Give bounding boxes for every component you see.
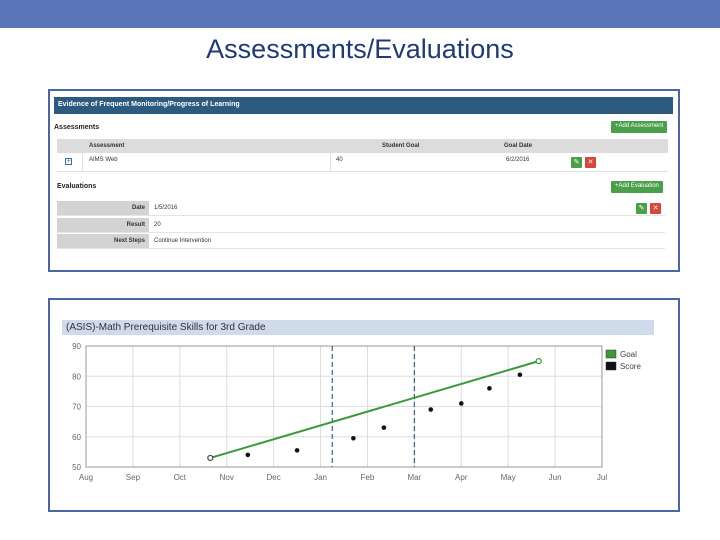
x-tick-label: Jan <box>314 473 327 482</box>
evaluation-row-next-steps: Next Steps Continue Intervention <box>57 234 665 249</box>
column-divider <box>82 153 83 172</box>
table-row: + AIMS Web 40 6/2/2016 ✎ ✕ <box>57 153 668 172</box>
progress-chart: 50 60 70 80 90 Aug Sep Oct Nov Dec Jan Feb Mar Apr May… <box>72 342 641 482</box>
evaluation-row-date: Date 1/5/2016 ✎ ✕ <box>57 201 665 216</box>
assessments-heading: Assessments <box>54 124 100 131</box>
evaluation-value: Continue Intervention <box>154 238 212 244</box>
x-tick-label: Mar <box>407 473 421 482</box>
evaluation-value: 1/5/2016 <box>154 205 178 211</box>
evaluations-heading: Evaluations <box>57 183 97 190</box>
x-tick-label: Feb <box>361 473 375 482</box>
legend-swatch <box>605 349 617 359</box>
x-tick-label: Dec <box>267 473 281 482</box>
goal-point <box>535 358 542 365</box>
assessment-name: AIMS Web <box>89 157 118 163</box>
evaluation-row-result: Result 20 <box>57 218 665 233</box>
x-tick-label: Oct <box>174 473 187 482</box>
column-divider <box>330 153 331 172</box>
delete-x-icon[interactable]: ✕ <box>585 157 596 168</box>
column-header-student-goal[interactable]: Student Goal <box>382 143 419 149</box>
score-point <box>381 425 387 430</box>
evaluation-label: Next Steps <box>57 234 149 248</box>
table-header: Assessment Student Goal Goal Date <box>57 139 668 153</box>
column-header-goal-date[interactable]: Goal Date <box>504 143 532 149</box>
goal-line <box>210 360 539 459</box>
x-tick-label: Jul <box>597 473 607 482</box>
edit-pencil-icon[interactable]: ✎ <box>636 203 647 214</box>
legend-swatch <box>605 361 617 371</box>
score-point <box>458 401 464 406</box>
evaluation-value: 20 <box>154 222 161 228</box>
score-point <box>294 448 300 453</box>
edit-pencil-icon[interactable]: ✎ <box>571 157 582 168</box>
x-tick-label: Nov <box>220 473 234 482</box>
score-point <box>245 452 251 458</box>
y-tick-label: 50 <box>72 463 81 472</box>
score-point <box>487 386 492 391</box>
evaluation-label: Result <box>57 218 149 232</box>
y-tick-label: 70 <box>72 403 81 412</box>
student-goal-value: 40 <box>336 157 343 163</box>
x-tick-label: Sep <box>126 473 141 482</box>
add-assessment-button[interactable]: +Add Assessment <box>611 121 668 133</box>
add-evaluation-button[interactable]: +Add Evaluation <box>611 181 663 193</box>
legend-label: Score <box>620 362 641 371</box>
column-header-assessment[interactable]: Assessment <box>89 143 124 149</box>
goal-date-value: 6/2/2016 <box>506 157 530 163</box>
goal-point <box>207 454 214 462</box>
legend-label: Goal <box>620 350 637 359</box>
y-tick-label: 90 <box>72 342 81 351</box>
x-tick-label: Aug <box>79 473 93 482</box>
delete-x-icon[interactable]: ✕ <box>650 203 661 214</box>
score-point <box>517 372 523 378</box>
evaluation-label: Date <box>57 201 149 215</box>
y-tick-label: 60 <box>72 433 81 442</box>
x-tick-label: Jun <box>549 473 562 482</box>
score-point <box>351 435 356 441</box>
score-point <box>428 407 434 412</box>
y-tick-label: 80 <box>72 372 81 381</box>
slide-top-bar <box>0 0 720 28</box>
x-tick-label: May <box>501 473 516 482</box>
expand-plus-icon[interactable]: + <box>65 158 72 165</box>
x-tick-label: Apr <box>455 473 468 482</box>
panel-header: Evidence of Frequent Monitoring/Progress… <box>54 97 673 114</box>
slide-title: Assessments/Evaluations <box>206 34 514 64</box>
chart-panel-frame: (ASIS)-Math Prerequisite Skills for 3rd … <box>48 298 680 512</box>
